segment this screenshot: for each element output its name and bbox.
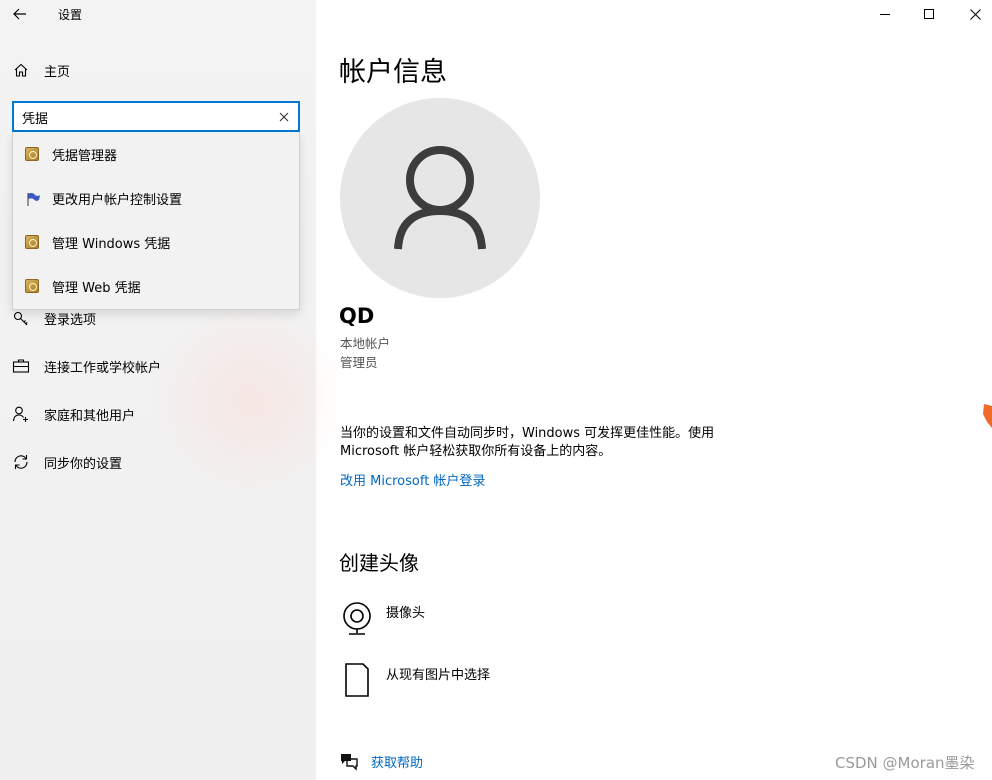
search-input[interactable] — [22, 107, 272, 127]
suggestion-label: 管理 Web 凭据 — [52, 280, 141, 296]
suggestion-item[interactable]: 更改用户帐户控制设置 — [13, 176, 299, 220]
suggestion-item[interactable]: 凭据管理器 — [13, 132, 299, 176]
sidebar-item-label: 登录选项 — [44, 312, 97, 328]
user-role: 管理员 — [340, 355, 378, 370]
get-help-link[interactable]: 获取帮助 — [371, 752, 423, 771]
clear-search-button[interactable] — [276, 109, 292, 125]
minimize-icon — [880, 13, 890, 15]
search-box[interactable] — [12, 101, 300, 132]
person-add-icon — [11, 404, 31, 424]
back-arrow-icon — [13, 8, 26, 20]
watermark: CSDN @Moran墨染 — [835, 754, 975, 772]
sidebar-item-family[interactable]: 家庭和其他用户 — [0, 394, 316, 434]
avatar — [340, 98, 540, 298]
control-panel-icon — [25, 279, 39, 293]
minimize-button[interactable] — [862, 0, 908, 28]
sidebar-item-label: 同步你的设置 — [44, 456, 123, 472]
sidebar-item-label: 家庭和其他用户 — [44, 408, 136, 424]
home-icon — [11, 60, 31, 80]
control-panel-icon — [25, 147, 39, 161]
page-title: 帐户信息 — [339, 57, 447, 88]
close-icon — [279, 112, 289, 122]
user-silhouette-icon — [394, 146, 486, 250]
sidebar-item-label: 主页 — [44, 64, 71, 80]
microsoft-account-link[interactable]: 改用 Microsoft 帐户登录 — [340, 470, 485, 489]
webcam-label: 摄像头 — [386, 606, 426, 621]
close-icon — [969, 8, 981, 20]
sidebar-item-work-school[interactable]: 连接工作或学校帐户 — [0, 346, 316, 386]
window-title: 设置 — [58, 8, 83, 22]
document-icon — [339, 660, 375, 700]
briefcase-icon — [11, 356, 31, 376]
suggestion-item[interactable]: 管理 Web 凭据 — [13, 264, 299, 308]
webcam-icon — [339, 598, 375, 638]
search-suggestions: 凭据管理器 更改用户帐户控制设置 管理 Windows 凭据 管理 Web 凭据 — [12, 132, 300, 310]
sync-icon — [11, 452, 31, 472]
maximize-icon — [924, 9, 934, 19]
sidebar-item-sync[interactable]: 同步你的设置 — [0, 442, 316, 482]
sidebar-item-label: 连接工作或学校帐户 — [44, 360, 162, 376]
suggestion-item[interactable]: 管理 Windows 凭据 — [13, 220, 299, 264]
browse-picture-label: 从现有图片中选择 — [386, 668, 491, 683]
sidebar-item-home[interactable]: 主页 — [0, 50, 316, 90]
webcam-option[interactable]: 摄像头 — [339, 598, 639, 638]
back-button[interactable] — [9, 3, 31, 25]
sidebar: 设置 主页 凭据管理器 更改用户帐户控制设置 管理 Windows 凭据 — [0, 0, 350, 780]
close-button[interactable] — [952, 0, 992, 28]
suggestion-label: 管理 Windows 凭据 — [52, 236, 171, 252]
uac-flag-icon — [25, 191, 40, 206]
account-type: 本地帐户 — [340, 336, 391, 351]
create-avatar-title: 创建头像 — [339, 551, 419, 575]
browse-picture-option[interactable]: 从现有图片中选择 — [339, 660, 639, 700]
user-name: QD — [339, 304, 375, 328]
maximize-button[interactable] — [906, 0, 952, 28]
sync-info-text: 当你的设置和文件自动同步时，Windows 可发挥更佳性能。使用 Microso… — [340, 426, 715, 459]
suggestion-label: 更改用户帐户控制设置 — [52, 192, 183, 208]
key-icon — [11, 308, 31, 328]
get-help[interactable]: 获取帮助 — [339, 750, 459, 772]
control-panel-icon — [25, 235, 39, 249]
chat-bubble-icon — [339, 751, 359, 771]
suggestion-label: 凭据管理器 — [52, 148, 118, 164]
edge-badge-icon — [982, 404, 992, 430]
